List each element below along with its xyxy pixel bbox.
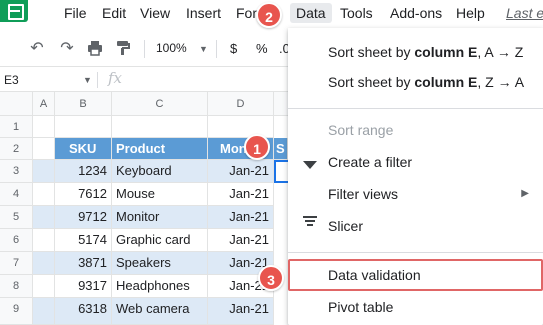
slicer-icon: [302, 210, 318, 242]
menu-view[interactable]: View: [140, 5, 170, 21]
table-cell-product[interactable]: Speakers: [112, 252, 208, 275]
table-cell-month[interactable]: Jan-21: [208, 298, 274, 325]
cell[interactable]: [33, 206, 55, 229]
cell[interactable]: [33, 138, 55, 160]
fx-icon: fx: [108, 69, 123, 87]
step-badge-3: 3: [258, 265, 284, 291]
sort-label-prefix: Sort sheet by: [328, 74, 415, 90]
cell[interactable]: [33, 252, 55, 275]
name-box-dropdown-icon[interactable]: ▼: [83, 70, 92, 90]
row-header-9[interactable]: 9: [0, 298, 33, 325]
sort-label-column: column E: [414, 74, 478, 90]
sheets-logo-icon[interactable]: [0, 0, 28, 22]
toolbar-divider: [144, 40, 145, 58]
step-badge-1: 1: [244, 134, 270, 160]
data-menu-dropdown: Sort sheet by column E, A → Z Sort sheet…: [288, 28, 543, 325]
cell[interactable]: [55, 116, 112, 138]
formula-divider: [97, 72, 98, 88]
menu-divider: [288, 252, 543, 253]
cell[interactable]: [33, 183, 55, 206]
menu-create-filter-label: Create a filter: [328, 154, 413, 170]
table-cell-sku[interactable]: 3871: [55, 252, 112, 275]
menu-tools[interactable]: Tools: [340, 5, 373, 21]
menu-insert[interactable]: Insert: [186, 5, 221, 21]
row-header-8[interactable]: 8: [0, 275, 33, 298]
menu-slicer-label: Slicer: [328, 218, 364, 234]
cell[interactable]: [33, 160, 55, 183]
currency-format-button[interactable]: $: [230, 41, 237, 56]
select-all-corner[interactable]: [0, 92, 33, 116]
undo-icon[interactable]: ↶: [28, 40, 46, 58]
menu-pivot-table[interactable]: Pivot table: [288, 291, 543, 323]
row-header-6[interactable]: 6: [0, 229, 33, 252]
menu-filter-views-label: Filter views: [328, 186, 399, 202]
table-cell-product[interactable]: Graphic card: [112, 229, 208, 252]
table-cell-month[interactable]: Jan-21: [208, 183, 274, 206]
menu-sort-sheet-a-z[interactable]: Sort sheet by column E, A → Z: [288, 36, 543, 68]
row-header-4[interactable]: 4: [0, 183, 33, 206]
header-cell-product[interactable]: Product: [112, 138, 208, 160]
table-cell-sku[interactable]: 9712: [55, 206, 112, 229]
percent-format-button[interactable]: %: [256, 41, 268, 56]
table-cell-sku[interactable]: 9317: [55, 275, 112, 298]
cell[interactable]: [33, 298, 55, 325]
row-header-7[interactable]: 7: [0, 252, 33, 275]
cell[interactable]: [112, 116, 208, 138]
column-header-b[interactable]: B: [55, 92, 112, 116]
table-cell-month[interactable]: Jan-21: [208, 206, 274, 229]
paint-format-icon[interactable]: [114, 40, 132, 58]
row-header-1[interactable]: 1: [0, 116, 33, 138]
sort-label-suffix: , Z → A: [477, 74, 525, 90]
row-header-2[interactable]: 2: [0, 138, 33, 160]
column-header-d[interactable]: D: [208, 92, 274, 116]
cell[interactable]: [33, 229, 55, 252]
table-cell-product[interactable]: Monitor: [112, 206, 208, 229]
menu-edit[interactable]: Edit: [102, 5, 126, 21]
column-header-a[interactable]: A: [33, 92, 55, 116]
cell[interactable]: [208, 116, 274, 138]
table-cell-product[interactable]: Headphones: [112, 275, 208, 298]
menu-data[interactable]: Data: [290, 3, 332, 23]
sort-label-column: column E: [414, 44, 478, 60]
table-cell-product[interactable]: Mouse: [112, 183, 208, 206]
table-cell-sku[interactable]: 7612: [55, 183, 112, 206]
filter-icon: [302, 146, 318, 178]
submenu-arrow-icon: ▶: [521, 188, 529, 199]
column-header-c[interactable]: C: [112, 92, 208, 116]
row-header-5[interactable]: 5: [0, 206, 33, 229]
toolbar-divider: [216, 40, 217, 58]
step-badge-2: 2: [256, 2, 282, 28]
row-header-3[interactable]: 3: [0, 160, 33, 183]
sort-label-prefix: Sort sheet by: [328, 44, 415, 60]
menu-add-ons[interactable]: Add-ons: [390, 5, 442, 21]
header-cell-sku[interactable]: SKU: [55, 138, 112, 160]
menu-divider: [288, 108, 543, 109]
menu-create-filter[interactable]: Create a filter: [288, 146, 543, 178]
sort-label-suffix: , A → Z: [477, 44, 524, 60]
menu-data-validation[interactable]: Data validation: [288, 259, 543, 291]
table-cell-sku[interactable]: 6318: [55, 298, 112, 325]
cell[interactable]: [33, 275, 55, 298]
menu-file[interactable]: File: [64, 5, 87, 21]
last-edit-link[interactable]: Last e: [506, 5, 543, 21]
redo-icon[interactable]: ↷: [58, 40, 76, 58]
cell[interactable]: [33, 116, 55, 138]
table-cell-month[interactable]: Jan-21: [208, 160, 274, 183]
zoom-select[interactable]: 100%: [156, 41, 187, 55]
menu-sort-sheet-z-a[interactable]: Sort sheet by column E, Z → A: [288, 66, 543, 98]
print-icon[interactable]: [86, 40, 104, 58]
menu-slicer[interactable]: Slicer: [288, 210, 543, 242]
menu-filter-views[interactable]: Filter views ▶: [288, 178, 543, 210]
name-box[interactable]: E3: [0, 70, 96, 90]
table-cell-product[interactable]: Keyboard: [112, 160, 208, 183]
table-cell-month[interactable]: Jan-21: [208, 229, 274, 252]
header-cell-e[interactable]: S: [274, 138, 288, 160]
zoom-dropdown-arrow-icon[interactable]: ▼: [199, 44, 208, 54]
menu-sort-range[interactable]: Sort range: [288, 114, 543, 146]
menu-help[interactable]: Help: [456, 5, 485, 21]
table-cell-sku[interactable]: 5174: [55, 229, 112, 252]
table-cell-sku[interactable]: 1234: [55, 160, 112, 183]
table-cell-product[interactable]: Web camera: [112, 298, 208, 325]
